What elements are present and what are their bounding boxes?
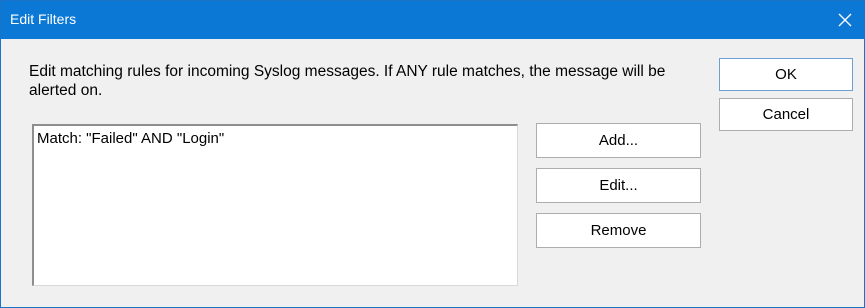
remove-button[interactable]: Remove [536, 213, 701, 248]
edit-button[interactable]: Edit... [536, 168, 701, 203]
cancel-button[interactable]: Cancel [719, 98, 853, 131]
ok-button[interactable]: OK [719, 58, 853, 91]
title-bar[interactable]: Edit Filters [1, 1, 864, 39]
add-button[interactable]: Add... [536, 123, 701, 158]
description-text: Edit matching rules for incoming Syslog … [29, 63, 666, 99]
close-button[interactable] [826, 1, 864, 39]
list-item[interactable]: Match: "Failed" AND "Login" [34, 126, 517, 148]
rules-listbox[interactable]: Match: "Failed" AND "Login" [32, 124, 518, 286]
window-title: Edit Filters [10, 11, 77, 27]
close-icon [838, 13, 852, 27]
